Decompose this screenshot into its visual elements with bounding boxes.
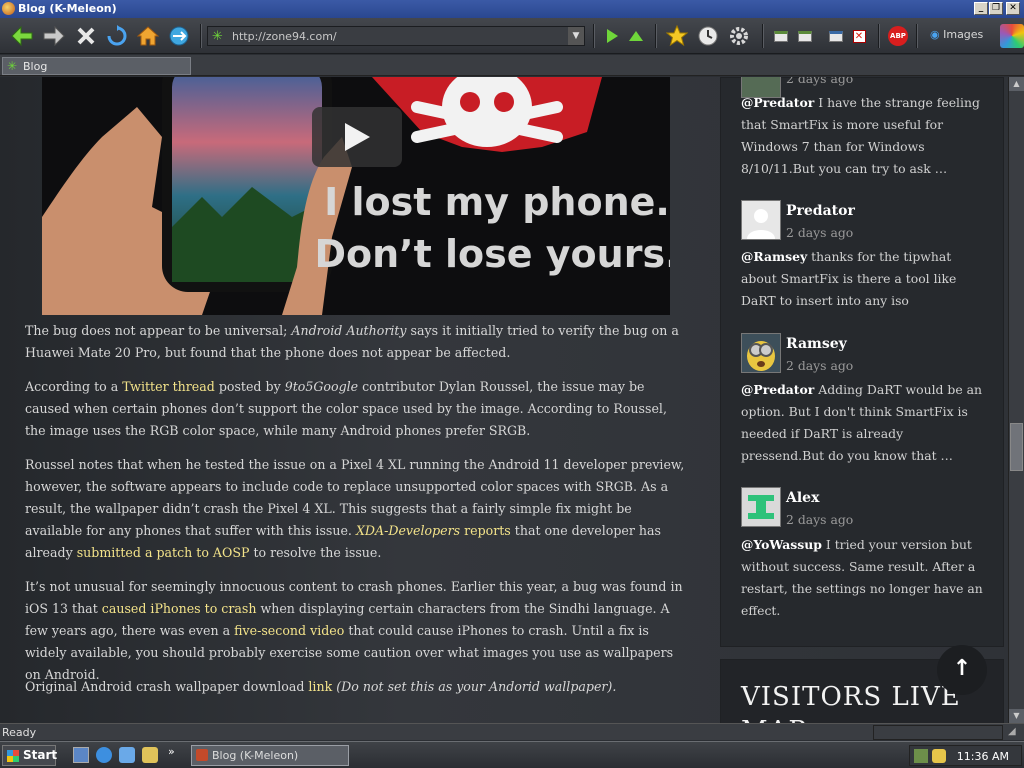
toolbar-separator — [593, 24, 595, 48]
back-arrow-icon[interactable] — [10, 24, 34, 48]
video-thumbnail-art: I lost my phone. Don’t lose yours. — [42, 77, 670, 315]
taskbar-item-k-meleon[interactable]: Blog (K-Meleon) — [191, 745, 349, 766]
xda-reports-link[interactable]: XDA-Developers reports — [356, 523, 511, 538]
new-window-icon[interactable] — [824, 24, 848, 48]
restore-button[interactable]: ❐ — [989, 2, 1003, 15]
five-second-video-link[interactable]: five-second video — [234, 623, 344, 638]
scroll-down-arrow-icon[interactable]: ▼ — [1009, 709, 1024, 723]
comment-date: 2 days ago — [786, 77, 854, 86]
recent-comments-widget: 2 days ago @Predator I have the strange … — [720, 77, 1004, 647]
comment-date: 2 days ago — [786, 358, 854, 373]
up-triangle-icon[interactable] — [624, 24, 648, 48]
toolbar-separator — [200, 24, 202, 48]
page-content[interactable]: I lost my phone. Don’t lose yours. The b… — [0, 77, 1008, 723]
images-toggle[interactable]: ◉ Images — [930, 28, 983, 41]
article-paragraph-4: It’s not unusual for seemingly innocuous… — [25, 579, 683, 682]
comment-avatar-alex[interactable] — [741, 487, 781, 527]
k-meleon-throbber-icon — [1000, 24, 1024, 48]
status-bar: Ready ◢ — [0, 723, 1024, 740]
start-label: Start — [23, 748, 58, 762]
toolbar-separator — [762, 24, 764, 48]
settings-gear-icon[interactable] — [727, 24, 751, 48]
article-paragraph-3: Roussel notes that when he tested the is… — [25, 457, 685, 560]
wallpaper-download-link[interactable]: link — [308, 679, 332, 694]
comment-date: 2 days ago — [786, 225, 854, 240]
video-text-line1: I lost my phone. — [324, 180, 670, 224]
twitter-thread-link[interactable]: Twitter thread — [122, 379, 215, 394]
play-triangle-icon[interactable] — [600, 24, 624, 48]
status-panel — [873, 725, 1003, 740]
outlook-express-icon[interactable] — [119, 747, 135, 763]
navigation-toolbar: ✳ http://zone94.com/ ▼ ✕ ABP ◉ Images — [0, 18, 1024, 54]
clock: 11:36 AM — [956, 750, 1009, 763]
reload-icon[interactable] — [105, 24, 129, 48]
close-window-button[interactable]: ✕ — [1006, 2, 1020, 15]
images-label: Images — [943, 28, 984, 41]
scrollbar-thumb[interactable] — [1010, 423, 1023, 471]
windows-flag-icon — [7, 750, 19, 762]
article-paragraph-1: The bug does not appear to be universal;… — [25, 323, 679, 360]
internet-explorer-icon[interactable] — [96, 747, 112, 763]
iphones-crash-link[interactable]: caused iPhones to crash — [102, 601, 257, 616]
quick-launch-more-icon[interactable]: » — [168, 745, 175, 758]
video-embed[interactable]: I lost my phone. Don’t lose yours. — [42, 77, 670, 315]
comment-text: @YoWassup I tried your version but witho… — [741, 537, 983, 618]
back-to-top-arrow-icon[interactable]: ↑ — [937, 645, 987, 695]
tab-bar: ✳ Blog — [0, 55, 1024, 76]
close-tab-icon[interactable]: ✕ — [847, 24, 871, 48]
taskbar-item-label: Blog (K-Meleon) — [212, 749, 299, 762]
comment-author-ramsey[interactable]: Ramsey — [786, 336, 847, 352]
site-favicon-icon: ✳ — [212, 29, 223, 44]
url-dropdown-icon[interactable]: ▼ — [568, 27, 584, 45]
system-tray: 11:36 AM — [909, 745, 1022, 766]
toolbar-separator — [878, 24, 880, 48]
comment-avatar-predator[interactable] — [741, 200, 781, 240]
scroll-up-arrow-icon[interactable]: ▲ — [1009, 77, 1024, 91]
home-icon[interactable] — [136, 24, 160, 48]
k-meleon-app-icon — [2, 2, 15, 15]
comment-avatar-ramsey[interactable] — [741, 333, 781, 373]
tab-blog[interactable]: ✳ Blog — [2, 57, 191, 75]
comment-text: @Ramsey thanks for the tipwhat about Sma… — [741, 249, 957, 308]
aosp-patch-link[interactable]: submitted a patch to AOSP — [77, 545, 250, 560]
comment-date: 2 days ago — [786, 512, 854, 527]
resize-grip-icon[interactable]: ◢ — [1008, 726, 1016, 737]
url-text: http://zone94.com/ — [232, 30, 337, 43]
toolbar-separator — [916, 24, 918, 48]
vertical-scrollbar[interactable]: ▲ ▼ — [1008, 77, 1024, 723]
title-bar: Blog (K-Meleon) _ ❐ ✕ — [0, 0, 1024, 18]
tray-app-icon[interactable] — [932, 749, 946, 763]
quick-launch-icon[interactable] — [142, 747, 158, 763]
minimize-button[interactable]: _ — [974, 2, 988, 15]
forward-arrow-icon[interactable] — [42, 24, 66, 48]
stop-x-icon[interactable] — [74, 24, 98, 48]
tab-favicon-icon: ✳ — [7, 59, 18, 73]
toolbar-separator — [655, 24, 657, 48]
images-icon: ◉ — [930, 28, 940, 41]
video-text-line2: Don’t lose yours. — [314, 232, 670, 276]
window-right-icon[interactable] — [793, 24, 817, 48]
comment-author-alex[interactable]: Alex — [786, 490, 819, 506]
taskbar: Start » Blog (K-Meleon) 11:36 AM — [0, 741, 1024, 768]
window-left-icon[interactable] — [769, 24, 793, 48]
article-column: I lost my phone. Don’t lose yours. The b… — [0, 77, 705, 723]
tab-label: Blog — [23, 60, 48, 73]
adblock-icon[interactable]: ABP — [886, 24, 910, 48]
start-button[interactable]: Start — [2, 745, 58, 766]
status-text: Ready — [2, 726, 37, 739]
comment-text: @Predator Adding DaRT would be an option… — [741, 382, 982, 463]
bookmark-star-icon[interactable] — [665, 24, 689, 48]
tray-network-icon[interactable] — [914, 749, 928, 763]
article-paragraph-2: According to a Twitter thread posted by … — [25, 379, 667, 438]
comment-text: @Predator I have the strange feeling tha… — [741, 95, 980, 176]
window-title: Blog (K-Meleon) — [18, 2, 117, 15]
history-clock-icon[interactable] — [696, 24, 720, 48]
article-paragraph-5: Original Android crash wallpaper downloa… — [25, 679, 617, 694]
comment-author-predator[interactable]: Predator — [786, 203, 855, 219]
go-globe-icon[interactable] — [167, 24, 191, 48]
k-meleon-task-icon — [196, 749, 208, 761]
address-bar[interactable]: ✳ http://zone94.com/ ▼ — [207, 26, 585, 46]
show-desktop-icon[interactable] — [73, 747, 89, 763]
